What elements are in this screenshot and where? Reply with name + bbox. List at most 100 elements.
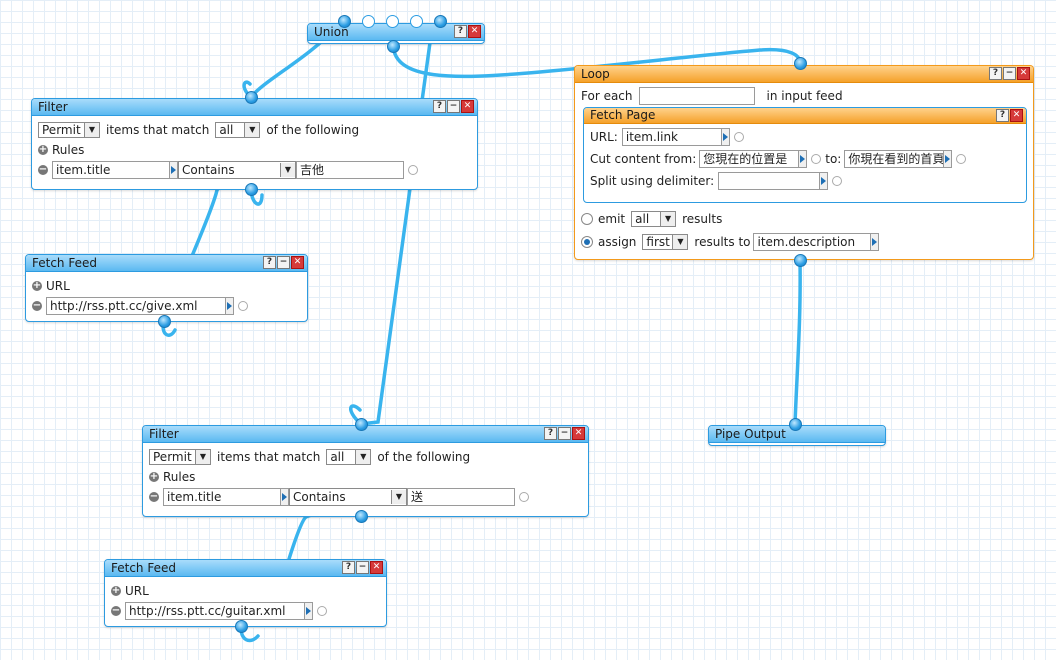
filter2-input-terminal[interactable] — [355, 418, 368, 431]
cut-to-input[interactable]: 你現在看到的首頁 — [844, 150, 945, 168]
add-rule-icon[interactable]: + — [149, 472, 159, 482]
split-delimiter-label: Split using delimiter: — [590, 174, 715, 188]
fetch-feed-module-2[interactable]: Fetch Feed ? − ✕ + URL − http://rss.ptt.… — [104, 559, 387, 627]
url-picker-arrow-icon[interactable] — [305, 602, 313, 620]
match-select[interactable]: all ▼ — [326, 449, 372, 465]
cut-to-arrow-icon[interactable] — [944, 150, 953, 168]
union-output-terminal[interactable] — [387, 40, 400, 53]
loop-module[interactable]: Loop ? − ✕ For each in input feed Fetch … — [574, 65, 1034, 260]
union-input-terminal-4[interactable] — [410, 15, 423, 28]
url-terminal-icon[interactable] — [238, 301, 248, 311]
help-icon[interactable]: ? — [342, 561, 355, 574]
help-icon[interactable]: ? — [544, 427, 557, 440]
filter-mode-select[interactable]: Permit ▼ — [38, 122, 100, 138]
url-picker-arrow-icon[interactable] — [226, 297, 234, 315]
filter2-output-terminal[interactable] — [355, 510, 368, 523]
rule-field-input[interactable]: item.title — [163, 488, 281, 506]
help-icon[interactable]: ? — [454, 25, 467, 38]
remove-rule-icon[interactable]: − — [38, 165, 48, 175]
rule-operator-select[interactable]: Contains ▼ — [178, 161, 296, 179]
rule-field-input[interactable]: item.title — [52, 161, 170, 179]
fetch-feed-title: Fetch Feed — [111, 561, 176, 575]
assign-target-arrow-icon[interactable] — [871, 232, 880, 251]
close-icon[interactable]: ✕ — [572, 427, 585, 440]
fetch1-output-terminal[interactable] — [158, 315, 171, 328]
field-picker-arrow-icon[interactable] — [170, 161, 178, 179]
add-rule-icon[interactable]: + — [38, 145, 48, 155]
feed-url-input[interactable]: http://rss.ptt.cc/guitar.xml — [125, 602, 305, 620]
pipe-output-input-terminal[interactable] — [789, 418, 802, 431]
close-icon[interactable]: ✕ — [291, 256, 304, 269]
rule-value-input[interactable]: 吉他 — [296, 161, 404, 179]
for-each-label: For each — [581, 89, 633, 103]
filter-module-2[interactable]: Filter ? − ✕ Permit ▼ items that match al… — [142, 425, 589, 517]
help-icon[interactable]: ? — [996, 109, 1009, 122]
emit-radio[interactable] — [581, 212, 593, 225]
close-icon[interactable]: ✕ — [1010, 109, 1023, 122]
close-icon[interactable]: ✕ — [468, 25, 481, 38]
help-icon[interactable]: ? — [989, 67, 1002, 80]
add-url-icon[interactable]: + — [32, 281, 42, 291]
help-icon[interactable]: ? — [263, 256, 276, 269]
union-input-terminal-2[interactable] — [362, 15, 375, 28]
union-input-terminal-3[interactable] — [386, 15, 399, 28]
union-input-terminal-5[interactable] — [434, 15, 447, 28]
assign-target-input[interactable]: item.description — [753, 232, 872, 251]
cut-from-terminal-icon[interactable] — [811, 154, 822, 164]
fetch-feed-titlebar[interactable]: Fetch Feed ? − ✕ — [26, 255, 307, 272]
filter1-output-terminal[interactable] — [245, 183, 258, 196]
wire-fetch2-to-filter2 — [287, 511, 363, 561]
loop-input-terminal[interactable] — [794, 57, 807, 70]
help-icon[interactable]: ? — [433, 100, 446, 113]
remove-url-icon[interactable]: − — [111, 606, 121, 616]
minimize-icon[interactable]: − — [277, 256, 290, 269]
minimize-icon[interactable]: − — [558, 427, 571, 440]
minimize-icon[interactable]: − — [1003, 67, 1016, 80]
rule-value-input[interactable]: 送 — [407, 488, 515, 506]
fetch2-output-terminal[interactable] — [235, 620, 248, 633]
wire-filter2-to-union — [359, 26, 434, 426]
union-input-terminal-1[interactable] — [338, 15, 351, 28]
cut-to-terminal-icon[interactable] — [956, 154, 967, 164]
rule-operator-select[interactable]: Contains ▼ — [289, 488, 407, 506]
fetch-page-titlebar[interactable]: Fetch Page ? ✕ — [584, 108, 1026, 124]
filter1-input-terminal[interactable] — [245, 91, 258, 104]
for-each-input[interactable] — [638, 87, 755, 105]
split-terminal-icon[interactable] — [832, 176, 843, 186]
url-terminal-icon[interactable] — [317, 606, 327, 616]
rule-value-terminal-icon[interactable] — [408, 165, 418, 175]
match-select[interactable]: all ▼ — [215, 122, 261, 138]
feed-url-input[interactable]: http://rss.ptt.cc/give.xml — [46, 297, 226, 315]
url-terminal-icon[interactable] — [733, 132, 744, 142]
close-icon[interactable]: ✕ — [461, 100, 474, 113]
close-icon[interactable]: ✕ — [370, 561, 383, 574]
cut-from-arrow-icon[interactable] — [799, 150, 808, 168]
rule-value-terminal-icon[interactable] — [519, 492, 529, 502]
assign-select[interactable]: first ▼ — [642, 233, 689, 250]
minimize-icon[interactable]: − — [447, 100, 460, 113]
add-url-icon[interactable]: + — [111, 586, 121, 596]
filter-mode-select[interactable]: Permit ▼ — [149, 449, 211, 465]
fetch-feed-module-1[interactable]: Fetch Feed ? − ✕ + URL − http://rss.ptt.… — [25, 254, 308, 322]
emit-select[interactable]: all ▼ — [631, 210, 677, 227]
to-label: to: — [825, 152, 842, 166]
remove-rule-icon[interactable]: − — [149, 492, 159, 502]
cut-from-input[interactable]: 您現在的位置是 — [699, 150, 800, 168]
field-picker-arrow-icon[interactable] — [281, 488, 289, 506]
loop-output-terminal[interactable] — [794, 254, 807, 267]
fetch-url-input[interactable]: item.link — [621, 128, 722, 146]
fetch-page-submodule[interactable]: Fetch Page ? ✕ URL: item.link Cut conten… — [583, 107, 1027, 203]
url-picker-arrow-icon[interactable] — [721, 128, 730, 146]
remove-url-icon[interactable]: − — [32, 301, 42, 311]
filter-title: Filter — [38, 100, 68, 114]
emit-suffix-label: results — [682, 211, 723, 226]
split-delimiter-input[interactable] — [718, 172, 821, 190]
split-arrow-icon[interactable] — [820, 172, 829, 190]
fetch-feed-titlebar[interactable]: Fetch Feed ? − ✕ — [105, 560, 386, 577]
rules-label: Rules — [163, 470, 196, 484]
minimize-icon[interactable]: − — [356, 561, 369, 574]
close-icon[interactable]: ✕ — [1017, 67, 1030, 80]
assign-radio[interactable] — [581, 235, 593, 248]
filter-module-1[interactable]: Filter ? − ✕ Permit ▼ items that match al… — [31, 98, 478, 190]
url-label: URL — [46, 279, 70, 293]
